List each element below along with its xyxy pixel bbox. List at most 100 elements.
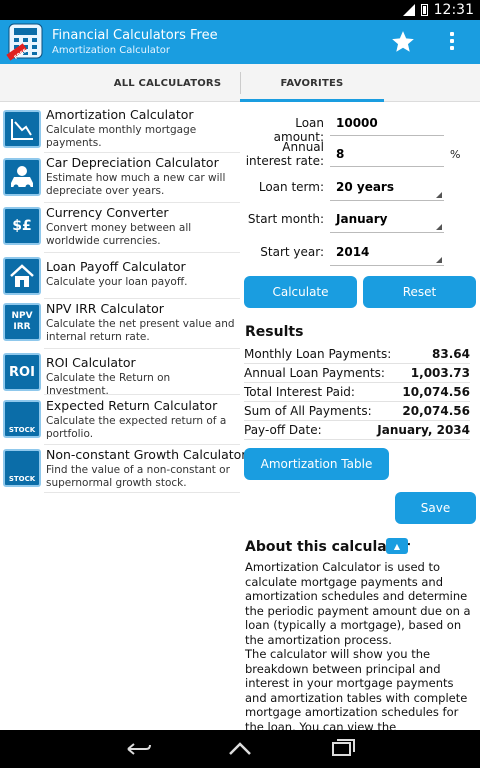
- tab-favorites[interactable]: FAVORITES: [240, 64, 384, 102]
- overflow-menu-icon[interactable]: [446, 32, 458, 54]
- calc-name: Car Depreciation Calculator: [46, 155, 219, 170]
- calc-name: Loan Payoff Calculator: [46, 259, 186, 274]
- dropdown-arrow-icon: [436, 257, 442, 263]
- favorite-star-button[interactable]: [390, 29, 416, 55]
- interest-rate-input[interactable]: 8: [336, 147, 344, 161]
- list-item-car-depreciation[interactable]: Car Depreciation Calculator Estimate how…: [0, 155, 240, 203]
- currency-icon: $£: [3, 207, 41, 245]
- about-description: Amortization Calculator is used to calcu…: [245, 560, 471, 730]
- divider: [44, 394, 240, 395]
- calc-desc: Calculate the net present value and inte…: [46, 318, 235, 343]
- result-row: Sum of All Payments: 20,074.56: [244, 402, 470, 421]
- result-label: Monthly Loan Payments:: [244, 347, 392, 361]
- about-paragraph: The calculator will show you the breakdo…: [245, 647, 468, 730]
- loan-amount-input[interactable]: 10000: [336, 116, 378, 130]
- stock-growth-icon: STOCK: [3, 449, 41, 487]
- stock-label: STOCK: [8, 426, 36, 434]
- start-month-underline: [330, 232, 444, 233]
- list-item-loan-payoff[interactable]: Loan Payoff Calculator Calculate your lo…: [0, 257, 240, 299]
- calc-desc: Estimate how much a new car will depreci…: [46, 172, 226, 197]
- start-year-label: Start year:: [260, 245, 324, 259]
- recent-apps-icon[interactable]: [328, 736, 360, 762]
- collapse-toggle-icon[interactable]: ▲: [386, 538, 408, 554]
- result-value: 83.64: [432, 347, 470, 361]
- results-heading: Results: [245, 324, 304, 340]
- loan-amount-underline: [330, 135, 444, 136]
- dropdown-arrow-icon: [436, 224, 442, 230]
- save-button[interactable]: Save: [395, 492, 476, 524]
- calc-name: ROI Calculator: [46, 355, 136, 370]
- tab-bar: ALL CALCULATORS FAVORITES: [0, 64, 480, 102]
- system-nav-bar: [0, 730, 480, 768]
- back-icon[interactable]: [122, 736, 154, 762]
- calc-desc: Calculate your loan payoff.: [46, 276, 188, 288]
- result-value: January, 2034: [377, 423, 470, 437]
- start-year-spinner[interactable]: 2014: [336, 245, 369, 259]
- divider: [44, 444, 240, 445]
- calc-desc: Calculate the expected return of a portf…: [46, 415, 227, 440]
- divider: [44, 348, 240, 349]
- calc-name: NPV IRR Calculator: [46, 301, 164, 316]
- tab-all-calculators[interactable]: ALL CALCULATORS: [95, 64, 240, 102]
- loan-term-spinner[interactable]: 20 years: [336, 180, 394, 194]
- divider: [44, 202, 240, 203]
- result-row: Monthly Loan Payments: 83.64: [244, 345, 470, 364]
- battery-icon: [420, 4, 428, 16]
- divider: [44, 492, 240, 493]
- result-row: Total Interest Paid: 10,074.56: [244, 383, 470, 402]
- list-item-expected-return[interactable]: STOCK Expected Return Calculator Calcula…: [0, 398, 240, 444]
- start-year-underline: [330, 265, 444, 266]
- roi-icon: ROI: [3, 353, 41, 391]
- amortization-table-button[interactable]: Amortization Table: [244, 448, 389, 480]
- stock-chart-icon: STOCK: [3, 400, 41, 438]
- clock: 12:31: [433, 2, 474, 18]
- status-bar: 12:31: [0, 0, 480, 20]
- star-icon: [392, 31, 414, 52]
- result-row: Annual Loan Payments: 1,003.73: [244, 364, 470, 383]
- calc-name: Currency Converter: [46, 205, 169, 220]
- result-value: 20,074.56: [402, 404, 470, 418]
- dropdown-arrow-icon: [436, 192, 442, 198]
- percent-unit: %: [450, 148, 461, 161]
- result-label: Total Interest Paid:: [244, 385, 355, 399]
- amortization-chart-icon: [3, 110, 41, 148]
- app-subtitle: Amortization Calculator: [52, 45, 171, 56]
- list-item-amortization[interactable]: Amortization Calculator Calculate monthl…: [0, 107, 240, 153]
- result-row: Pay-off Date: January, 2034: [244, 421, 470, 440]
- calc-name: Expected Return Calculator: [46, 398, 218, 413]
- list-item-npv-irr[interactable]: NPV IRR NPV IRR Calculator Calculate the…: [0, 301, 240, 349]
- divider: [44, 298, 240, 299]
- about-paragraph: Amortization Calculator is used to calcu…: [245, 560, 471, 647]
- content-area: Amortization Calculator Calculate monthl…: [0, 102, 480, 730]
- result-label: Sum of All Payments:: [244, 404, 372, 418]
- loan-term-underline: [330, 200, 444, 201]
- app-logo-icon[interactable]: FREE: [6, 23, 46, 61]
- calc-name: Amortization Calculator: [46, 107, 194, 122]
- list-item-currency-converter[interactable]: $£ Currency Converter Convert money betw…: [0, 205, 240, 253]
- calc-desc: Find the value of a non-constant or supe…: [46, 464, 230, 489]
- result-value: 1,003.73: [410, 366, 470, 380]
- reset-button[interactable]: Reset: [363, 276, 476, 308]
- divider: [44, 152, 240, 153]
- calc-name: Non-constant Growth Calculator: [46, 447, 247, 462]
- loan-term-label: Loan term:: [258, 180, 324, 194]
- calc-desc: Convert money between all worldwide curr…: [46, 222, 192, 247]
- npv-irr-icon: NPV IRR: [3, 303, 41, 341]
- list-item-non-constant-growth[interactable]: STOCK Non-constant Growth Calculator Fin…: [0, 447, 246, 493]
- interest-rate-underline: [330, 166, 444, 167]
- action-bar: FREE Financial Calculators Free Amortiza…: [0, 20, 480, 64]
- house-icon: [3, 257, 41, 295]
- start-month-label: Start month:: [247, 212, 324, 226]
- divider: [44, 252, 240, 253]
- app-title: Financial Calculators Free: [52, 28, 218, 43]
- calculate-button[interactable]: Calculate: [244, 276, 357, 308]
- list-item-roi[interactable]: ROI ROI Calculator Calculate the Return …: [0, 351, 240, 397]
- calc-desc: Calculate monthly mortgage payments.: [46, 124, 197, 149]
- result-value: 10,074.56: [402, 385, 470, 399]
- stock-label: STOCK: [8, 475, 36, 483]
- result-label: Annual Loan Payments:: [244, 366, 385, 380]
- interest-rate-label: Annual interest rate:: [245, 140, 324, 168]
- car-icon: [3, 158, 41, 196]
- home-icon[interactable]: [224, 736, 256, 762]
- start-month-spinner[interactable]: January: [336, 212, 388, 226]
